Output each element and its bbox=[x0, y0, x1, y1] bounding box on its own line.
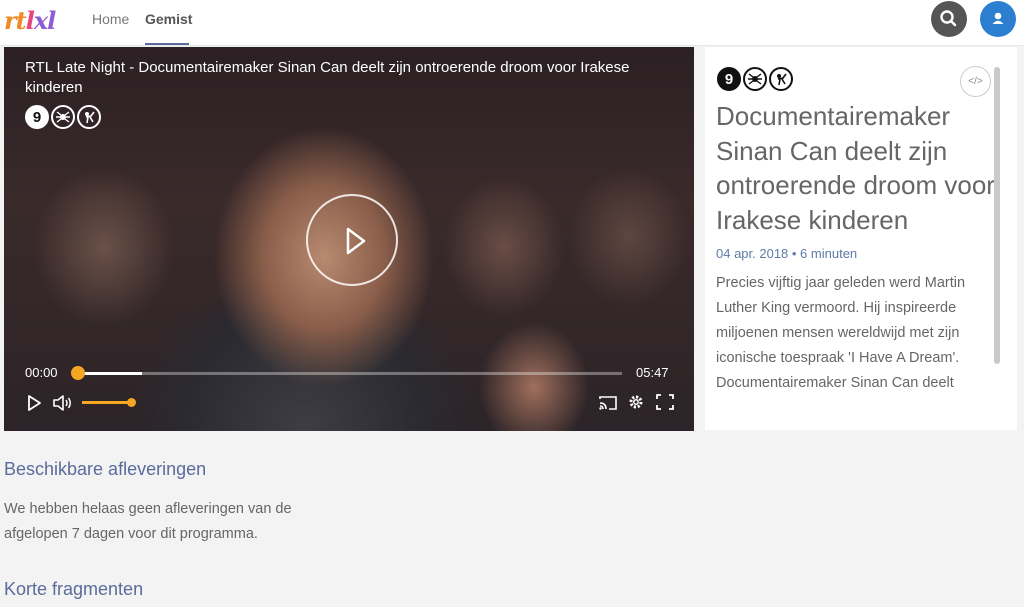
episode-info-panel: 9 </> Documentairemaker Sinan Can deelt … bbox=[705, 47, 1017, 430]
violence-icon bbox=[77, 105, 101, 129]
video-title: RTL Late Night - Documentairemaker Sinan… bbox=[25, 59, 630, 96]
rtlxl-logo[interactable]: rtlxl bbox=[4, 6, 56, 35]
user-icon bbox=[992, 12, 1004, 24]
logo-part: xl bbox=[33, 6, 56, 35]
volume-handle[interactable] bbox=[127, 398, 136, 407]
description-scrollbar[interactable] bbox=[994, 67, 1000, 364]
fullscreen-button[interactable] bbox=[655, 393, 675, 411]
account-button[interactable] bbox=[980, 1, 1016, 37]
seek-bar[interactable] bbox=[77, 372, 622, 375]
available-episodes-heading: Beschikbare afleveringen bbox=[4, 459, 207, 479]
buffered-progress bbox=[77, 372, 143, 375]
violence-icon bbox=[769, 67, 793, 91]
short-fragments-heading: Korte fragmenten bbox=[4, 579, 144, 599]
gear-icon bbox=[629, 395, 643, 409]
nav-home[interactable]: Home bbox=[92, 11, 129, 27]
nav-gemist[interactable]: Gemist bbox=[145, 11, 192, 27]
cast-icon bbox=[599, 396, 617, 410]
embed-code-button[interactable]: </> bbox=[960, 66, 991, 97]
play-button[interactable] bbox=[26, 394, 42, 412]
cast-button[interactable] bbox=[598, 394, 618, 412]
age-rating-icons: 9 bbox=[25, 105, 101, 129]
age-9-icon: 9 bbox=[717, 67, 741, 91]
logo-part: rt bbox=[4, 6, 27, 35]
episode-meta: 04 apr. 2018 • 6 minuten bbox=[716, 246, 858, 261]
site-header: rtlxl Home Gemist bbox=[0, 0, 1024, 46]
settings-button[interactable] bbox=[627, 393, 645, 411]
fullscreen-icon bbox=[656, 394, 674, 410]
search-icon bbox=[940, 10, 957, 27]
video-player[interactable]: RTL Late Night - Documentairemaker Sinan… bbox=[4, 47, 694, 431]
volume-slider[interactable] bbox=[82, 401, 132, 404]
seek-handle[interactable] bbox=[71, 366, 85, 380]
duration: 05:47 bbox=[636, 365, 669, 380]
play-icon bbox=[28, 395, 41, 411]
logo-part: l bbox=[25, 6, 35, 35]
play-overlay-button[interactable] bbox=[306, 194, 398, 286]
no-episodes-message: We hebben helaas geen afleveringen van d… bbox=[4, 501, 292, 542]
episode-title: Documentairemaker Sinan Can deelt zijn o… bbox=[716, 101, 995, 235]
age-rating-icons: 9 bbox=[717, 67, 793, 91]
fear-icon bbox=[51, 105, 75, 129]
active-nav-indicator bbox=[145, 43, 189, 45]
current-time: 00:00 bbox=[25, 365, 58, 380]
volume-icon bbox=[53, 395, 71, 411]
age-9-icon: 9 bbox=[25, 105, 49, 129]
fear-icon bbox=[743, 67, 767, 91]
play-icon bbox=[346, 227, 366, 255]
search-button[interactable] bbox=[931, 1, 967, 37]
episode-description: Precies vijftig jaar geleden werd Martin… bbox=[716, 275, 966, 391]
mute-button[interactable] bbox=[52, 394, 74, 412]
